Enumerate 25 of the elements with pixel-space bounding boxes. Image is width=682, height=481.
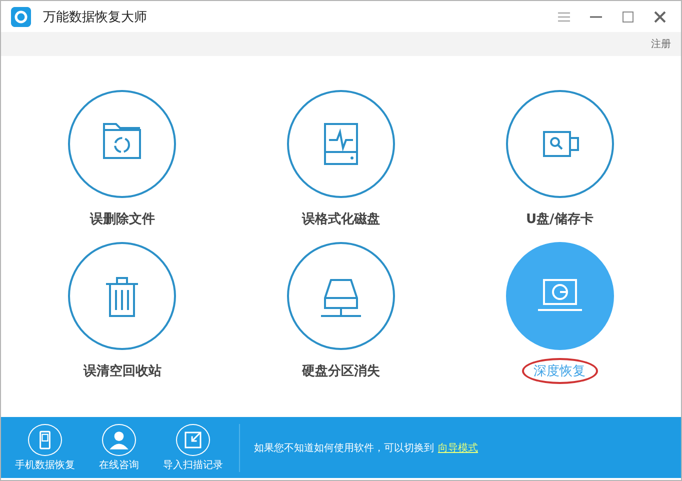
footer-action-button[interactable]: 导入扫描记录 xyxy=(161,424,225,472)
hint-text: 如果您不知道如何使用软件，可以切换到 xyxy=(254,442,434,454)
recovery-mode-button[interactable] xyxy=(286,242,395,350)
mode-label: U盘/储存卡 xyxy=(525,210,594,228)
phone-icon xyxy=(28,424,62,456)
recovery-mode-button[interactable] xyxy=(68,90,176,198)
recovery-mode-button[interactable] xyxy=(286,90,395,198)
recovery-mode-button[interactable] xyxy=(506,90,614,198)
mode-label: 误清空回收站 xyxy=(82,362,162,380)
recovery-mode-button[interactable] xyxy=(68,242,176,350)
mode-label: 误删除文件 xyxy=(88,210,156,228)
person-icon xyxy=(102,424,136,456)
register-link[interactable]: 注册 xyxy=(651,37,671,51)
import-icon xyxy=(176,424,210,456)
wizard-mode-link[interactable]: 向导模式 xyxy=(438,440,478,454)
mode-label: 硬盘分区消失 xyxy=(300,362,381,380)
maximize-icon[interactable] xyxy=(621,10,635,24)
menu-icon[interactable] xyxy=(557,10,571,24)
app-logo-icon xyxy=(11,6,31,26)
footer-action-button[interactable]: 在线咨询 xyxy=(87,424,151,472)
close-icon[interactable] xyxy=(653,10,667,24)
mode-label: 误格式化磁盘 xyxy=(300,210,381,228)
mode-label: 深度恢复 xyxy=(522,358,598,384)
window-title: 万能数据恢复大师 xyxy=(43,8,148,26)
footer-action-button[interactable]: 手机数据恢复 xyxy=(13,424,77,472)
